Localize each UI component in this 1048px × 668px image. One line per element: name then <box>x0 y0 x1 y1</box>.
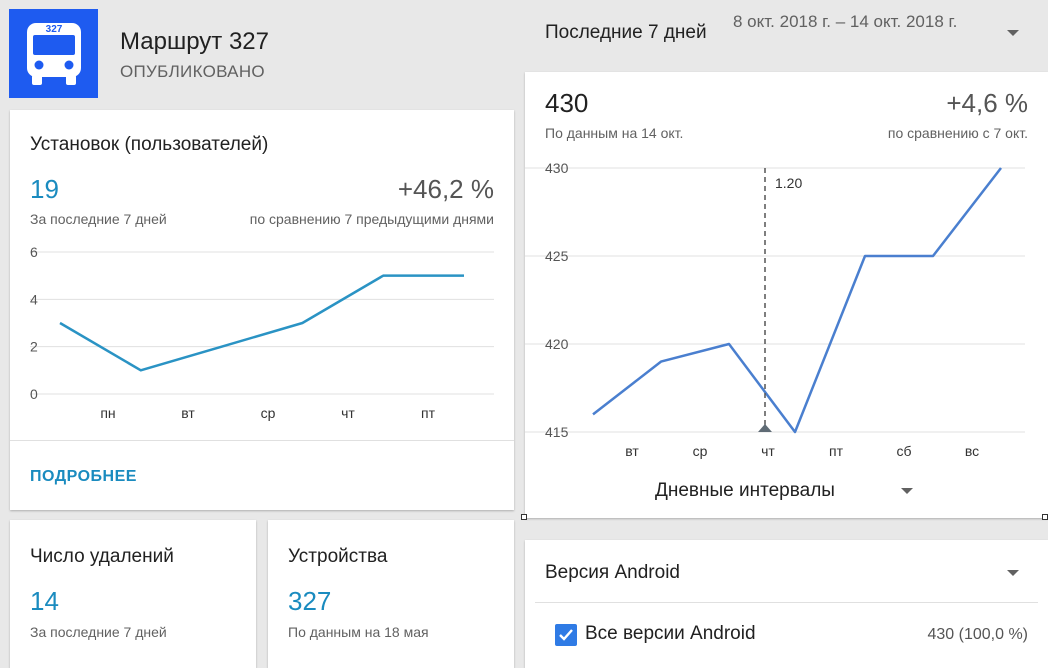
y-tick-label: 2 <box>30 339 38 355</box>
resize-handle[interactable] <box>521 514 527 520</box>
more-link[interactable]: ПОДРОБНЕЕ <box>30 468 137 486</box>
range-label: Последние 7 дней <box>545 22 707 43</box>
users-delta: +4,6 % <box>946 88 1028 118</box>
users-line <box>592 167 1002 434</box>
x-tick-label: пн <box>100 405 115 421</box>
card-divider <box>10 440 514 441</box>
x-tick-label: ср <box>693 443 708 459</box>
deletions-title: Число удалений <box>30 546 174 567</box>
users-note: По данным на 14 окт. <box>545 125 684 141</box>
chevron-down-icon[interactable] <box>1007 30 1019 36</box>
app-icon-number: 327 <box>46 24 63 35</box>
users-value: 430 <box>545 88 589 118</box>
chevron-down-icon[interactable] <box>901 488 913 494</box>
resize-handle[interactable] <box>1042 514 1048 520</box>
x-tick-label: чт <box>341 405 355 421</box>
y-tick-label: 420 <box>545 336 569 352</box>
devices-title: Устройства <box>288 546 388 567</box>
x-tick-label: сб <box>896 443 911 459</box>
deletions-card: Число удалений 14 За последние 7 дней <box>10 520 256 668</box>
bus-icon: 327 <box>27 23 81 85</box>
marker-triangle <box>758 424 772 432</box>
all-versions-checkbox[interactable] <box>555 624 577 646</box>
range-dates: 8 окт. 2018 г. – 14 окт. 2018 г. <box>733 12 958 31</box>
y-tick-label: 0 <box>30 386 38 402</box>
x-tick-label: вс <box>965 443 979 459</box>
y-tick-label: 415 <box>545 424 569 440</box>
users-card: 430 По данным на 14 окт. +4,6 % по сравн… <box>525 72 1048 518</box>
installs-delta-note: по сравнению 7 предыдущими днями <box>249 211 494 227</box>
date-range-selector[interactable]: Последние 7 дней 8 окт. 2018 г. – 14 окт… <box>525 0 1048 70</box>
y-tick-label: 425 <box>545 248 569 264</box>
app-icon: 327 <box>9 9 98 98</box>
x-tick-label: вт <box>181 405 195 421</box>
interval-select[interactable]: Дневные интервалы <box>655 480 835 502</box>
check-icon <box>559 629 573 641</box>
card-divider <box>535 602 1038 603</box>
y-tick-label: 4 <box>30 291 38 307</box>
y-tick-label: 6 <box>30 244 38 260</box>
android-title: Версия Android <box>545 562 680 583</box>
y-tick-label: 430 <box>545 160 569 176</box>
x-tick-label: пт <box>421 405 436 421</box>
app-title: Маршрут 327 <box>120 28 269 55</box>
all-versions-label: Все версии Android <box>585 623 756 644</box>
x-tick-label: вт <box>625 443 639 459</box>
chevron-down-icon[interactable] <box>1007 570 1019 576</box>
installs-card: Установок (пользователей) 19 За последни… <box>10 110 514 510</box>
installs-delta: +46,2 % <box>397 174 494 204</box>
app-header: 327 Маршрут 327 ОПУБЛИКОВАНО <box>0 0 520 100</box>
installs-title: Установок (пользователей) <box>30 134 269 155</box>
x-tick-label: ср <box>261 405 276 421</box>
marker-label: 1.20 <box>775 175 802 191</box>
installs-chart: 0 2 4 6 пн вт ср чт пт <box>30 244 494 421</box>
deletions-value: 14 <box>30 586 59 616</box>
x-tick-label: пт <box>829 443 844 459</box>
devices-card: Устройства 327 По данным на 18 мая <box>268 520 514 668</box>
users-delta-note: по сравнению с 7 окт. <box>887 125 1028 141</box>
all-versions-value: 430 (100,0 %) <box>927 626 1028 643</box>
users-chart: 415 420 425 430 1.20 вт ср чт пт сб вс <box>525 160 1025 459</box>
installs-value: 19 <box>30 174 59 204</box>
android-version-card: Версия Android Все версии Android 430 (1… <box>525 540 1048 668</box>
app-status: ОПУБЛИКОВАНО <box>120 62 265 81</box>
deletions-note: За последние 7 дней <box>30 624 167 640</box>
devices-note: По данным на 18 мая <box>288 624 429 640</box>
x-tick-label: чт <box>761 443 775 459</box>
installs-line <box>59 274 464 372</box>
devices-value: 327 <box>288 586 332 616</box>
installs-note: За последние 7 дней <box>30 211 167 227</box>
